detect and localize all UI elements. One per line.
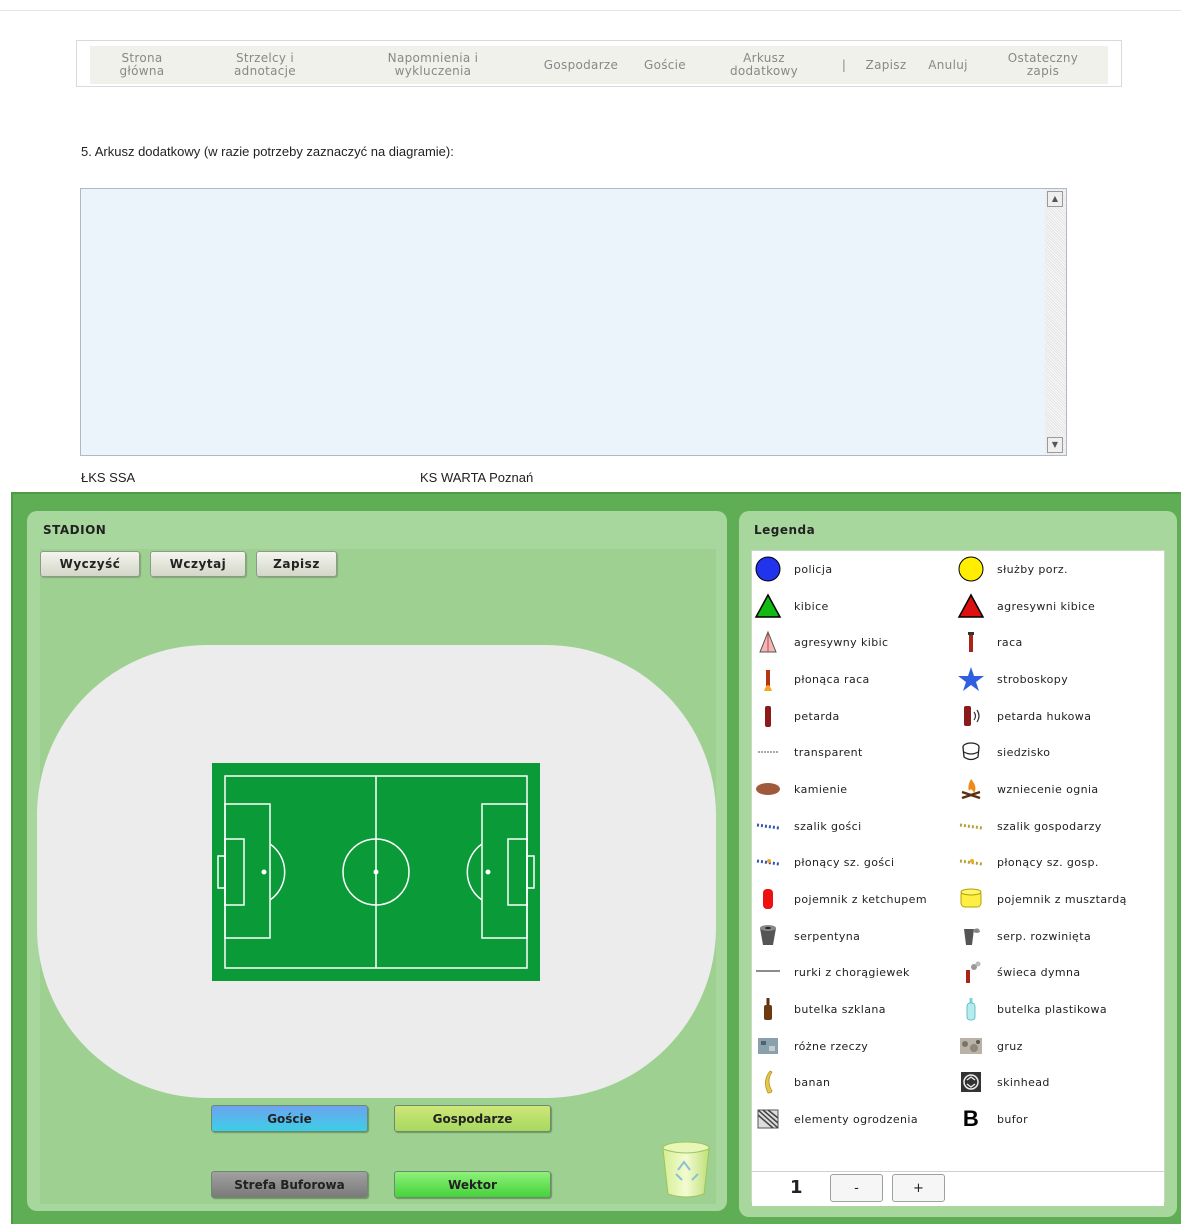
nav-item-guests[interactable]: Goście xyxy=(638,46,692,84)
legend-item[interactable]: transparent xyxy=(753,740,953,764)
minus-button[interactable]: - xyxy=(830,1174,883,1202)
fence-parts-icon xyxy=(753,1107,783,1131)
nav-bar: Strona główna Strzelcy i adnotacje Napom… xyxy=(90,46,1108,84)
legend-item[interactable]: elementy ogrodzenia xyxy=(753,1107,953,1131)
legend-item[interactable]: płonący sz. gości xyxy=(753,850,953,874)
red-triangle-icon xyxy=(956,593,986,618)
nav-item-home[interactable]: Strona główna xyxy=(104,46,180,84)
plastic-bottle-icon xyxy=(956,997,986,1021)
top-navigation: Strona główna Strzelcy i adnotacje Napom… xyxy=(76,40,1122,87)
section-title: 5. Arkusz dodatkowy (w razie potrzeby za… xyxy=(81,144,454,159)
legend-item[interactable]: butelka plastikowa xyxy=(956,997,1156,1021)
legend-pager xyxy=(752,1171,1164,1206)
legend-item[interactable]: policja xyxy=(753,556,953,582)
rubble-icon xyxy=(956,1034,986,1058)
legend-item[interactable]: stroboskopy xyxy=(956,667,1156,691)
legend-item[interactable]: pojemnik z ketchupem xyxy=(753,887,953,911)
legend-item[interactable]: serp. rozwinięta xyxy=(956,924,1156,948)
nav-item-scorers[interactable]: Strzelcy i adnotacje xyxy=(220,46,310,84)
legend-item[interactable]: raca xyxy=(956,630,1156,654)
legend-item[interactable]: serpentyna xyxy=(753,924,953,948)
stones-icon xyxy=(753,777,783,801)
various-items-icon xyxy=(753,1034,783,1058)
legend-title: Legenda xyxy=(754,523,816,537)
stadium-title: STADION xyxy=(43,523,107,537)
guest-scarf-icon xyxy=(753,814,783,838)
legend-item[interactable]: płonący sz. gosp. xyxy=(956,850,1156,874)
mustard-container-icon xyxy=(956,887,986,911)
legend-item[interactable]: szalik gości xyxy=(753,814,953,838)
buffer-b-icon: B xyxy=(962,1106,980,1131)
nav-item-save[interactable]: Zapisz xyxy=(860,46,912,84)
smoke-candle-icon xyxy=(956,960,986,984)
legend-item[interactable]: różne rzeczy xyxy=(753,1034,953,1058)
flag-tube-icon xyxy=(753,960,783,984)
blue-circle-icon xyxy=(753,556,783,582)
sound-firecracker-icon xyxy=(956,704,986,728)
guests-mode-button[interactable]: Goście xyxy=(211,1105,368,1132)
nav-item-final-save[interactable]: Ostateczny zapis xyxy=(998,46,1088,84)
green-triangle-icon xyxy=(753,593,783,618)
firecracker-icon xyxy=(753,704,783,728)
trash-icon[interactable] xyxy=(660,1140,712,1200)
striped-triangle-icon xyxy=(753,630,783,654)
yellow-circle-icon xyxy=(956,556,986,582)
legend-item[interactable]: pojemnik z musztardą xyxy=(956,887,1156,911)
legend-item[interactable]: kamienie xyxy=(753,777,953,801)
nav-item-hosts[interactable]: Gospodarze xyxy=(537,46,625,84)
ketchup-container-icon xyxy=(753,887,783,911)
banner-icon xyxy=(753,740,783,764)
legend-item[interactable]: płonąca raca xyxy=(753,667,953,691)
nav-separator: | xyxy=(841,57,847,72)
legend-item[interactable]: agresywny kibic xyxy=(753,630,953,654)
unrolled-streamer-icon xyxy=(956,924,986,948)
nav-item-cancel[interactable]: Anuluj xyxy=(922,46,974,84)
home-team-label: ŁKS SSA xyxy=(81,470,136,485)
scroll-down-icon[interactable]: ▼ xyxy=(1047,437,1063,453)
skinhead-icon xyxy=(956,1070,986,1094)
burning-flare-icon xyxy=(753,667,783,691)
legend-item[interactable]: kibice xyxy=(753,593,953,618)
plus-button[interactable]: + xyxy=(892,1174,945,1202)
nav-item-warnings[interactable]: Napomnienia i wykluczenia xyxy=(370,46,496,84)
host-scarf-icon xyxy=(956,814,986,838)
top-divider xyxy=(0,10,1181,11)
away-team-label: KS WARTA Poznań xyxy=(420,470,534,485)
page-number: 1 xyxy=(790,1177,803,1198)
legend-item[interactable]: świeca dymna xyxy=(956,960,1156,984)
football-pitch[interactable] xyxy=(212,763,540,981)
star-icon xyxy=(956,667,986,691)
legend-item[interactable]: skinhead xyxy=(956,1070,1156,1094)
nav-item-extra-sheet[interactable]: Arkusz dodatkowy xyxy=(715,46,813,84)
legend-item[interactable]: petarda xyxy=(753,704,953,728)
legend-item[interactable]: szalik gospodarzy xyxy=(956,814,1156,838)
load-button[interactable]: Wczytaj xyxy=(150,551,246,577)
fire-icon xyxy=(956,777,986,801)
legend-item[interactable]: agresywni kibice xyxy=(956,593,1156,618)
vector-mode-button[interactable]: Wektor xyxy=(394,1171,551,1198)
legend-item[interactable]: rurki z chorągiewek xyxy=(753,960,953,984)
buffer-zone-button[interactable]: Strefa Buforowa xyxy=(211,1171,368,1198)
burning-host-scarf-icon xyxy=(956,850,986,874)
legend-item[interactable]: banan xyxy=(753,1070,953,1094)
glass-bottle-icon xyxy=(753,997,783,1021)
legend-item[interactable]: gruz xyxy=(956,1034,1156,1058)
streamer-roll-icon xyxy=(753,924,783,948)
burning-guest-scarf-icon xyxy=(753,850,783,874)
legend-item[interactable]: służby porz. xyxy=(956,556,1156,582)
legend-item[interactable]: butelka szklana xyxy=(753,997,953,1021)
clear-button[interactable]: Wyczyść xyxy=(40,551,140,577)
legend-item[interactable]: wzniecenie ognia xyxy=(956,777,1156,801)
flare-icon xyxy=(956,630,986,654)
hosts-mode-button[interactable]: Gospodarze xyxy=(394,1105,551,1132)
legend-item[interactable]: B bufor xyxy=(956,1106,1156,1131)
save-diagram-button[interactable]: Zapisz xyxy=(256,551,337,577)
legend-item[interactable]: petarda hukowa xyxy=(956,704,1156,728)
legend-item[interactable]: siedzisko xyxy=(956,740,1156,764)
seat-icon xyxy=(956,740,986,764)
scroll-up-icon[interactable]: ▲ xyxy=(1047,191,1063,207)
textarea-scrollbar[interactable]: ▲ ▼ xyxy=(1045,189,1066,455)
notes-textarea[interactable]: ▲ ▼ xyxy=(80,188,1067,456)
banana-icon xyxy=(753,1070,783,1094)
